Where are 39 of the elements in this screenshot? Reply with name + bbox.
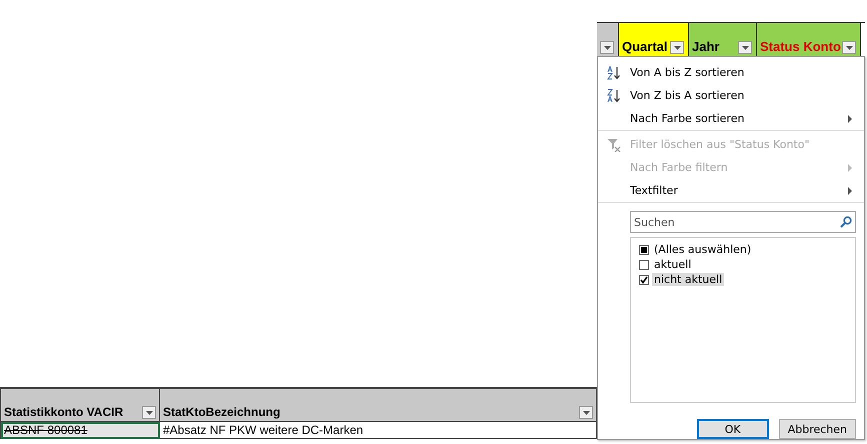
dropdown-button[interactable] [142, 406, 156, 419]
column-header: Statistikkonto VACIR [4, 405, 124, 419]
caret-icon [582, 410, 590, 414]
table-cell: #Absatz NF PKW weitere DC-Marken [160, 422, 596, 438]
value-label[interactable]: aktuell [652, 258, 694, 271]
submenu-arrow-icon [848, 164, 852, 172]
table-cell: ABSNF 800081 [0, 422, 160, 438]
clear-filter-icon [607, 138, 621, 152]
dropdown-button[interactable] [600, 41, 614, 54]
checkbox[interactable] [639, 260, 649, 270]
column-header: Status Konto [757, 23, 861, 56]
checkbox[interactable] [639, 244, 649, 254]
caret-icon [146, 410, 152, 414]
checkbox[interactable] [639, 274, 649, 284]
column-header: StatKtoBezeichnung [163, 405, 280, 419]
sort-icon [607, 88, 621, 102]
dialog-button[interactable]: Abbrechen [778, 419, 856, 439]
column-header: Jahr [689, 23, 757, 56]
value-label[interactable]: nicht aktuell [652, 273, 724, 286]
dropdown-button[interactable] [579, 406, 593, 419]
submenu-arrow-icon [848, 186, 852, 194]
dropdown-button[interactable] [738, 41, 752, 54]
column-header: Quartal [619, 23, 689, 56]
menu-item[interactable]: Von A bis Z sortieren [598, 61, 864, 84]
value-label[interactable]: (Alles auswählen) [652, 243, 754, 256]
submenu-arrow-icon [848, 114, 852, 122]
dropdown-button[interactable] [670, 41, 684, 54]
menu-item[interactable]: Nach Farbe sortieren [598, 107, 864, 131]
dropdown-button[interactable] [842, 41, 856, 54]
caret-icon [846, 46, 852, 50]
caret-icon [674, 46, 680, 50]
menu-item[interactable]: Von Z bis A sortieren [598, 84, 864, 107]
search-field[interactable]: Suchen [630, 211, 856, 233]
sort-icon [607, 66, 621, 80]
search-icon [840, 216, 852, 228]
dialog-button[interactable]: OK [696, 419, 769, 439]
caret-icon [742, 46, 748, 50]
caret-icon [604, 46, 610, 50]
menu-item[interactable]: Textfilter [598, 179, 864, 203]
